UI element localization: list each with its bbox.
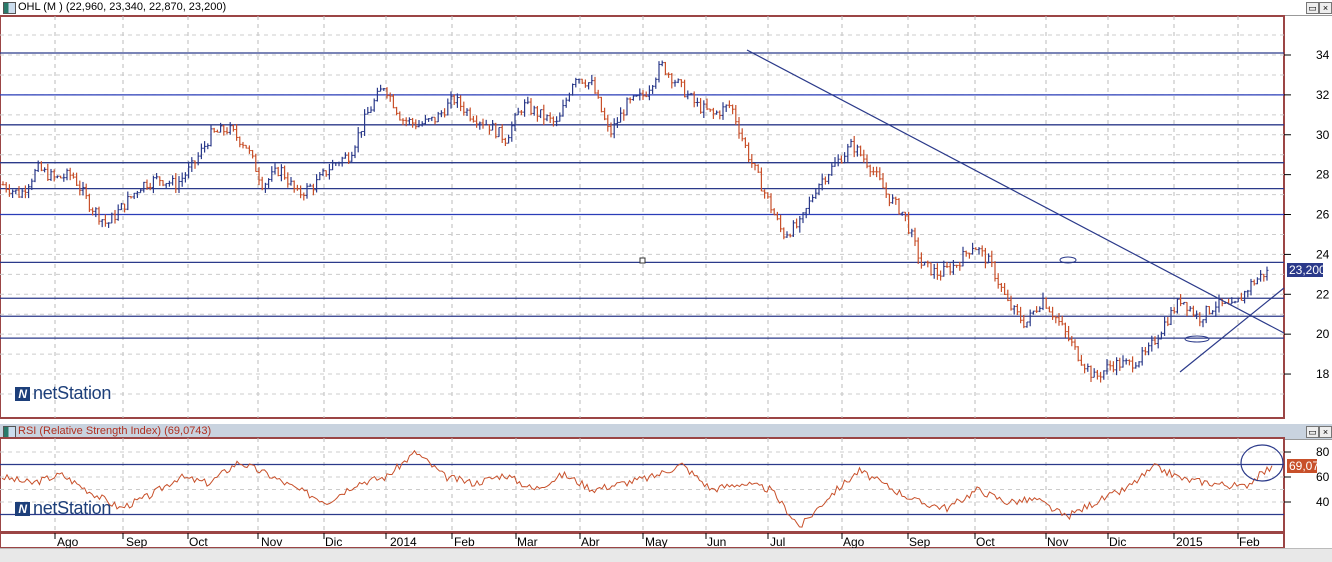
date-label: Sep — [126, 535, 148, 548]
y-tick-label: 28 — [1316, 168, 1330, 182]
price-plot-frame — [0, 15, 1285, 419]
y-tick-label: 20 — [1316, 327, 1330, 341]
y-tick-label: 32 — [1316, 88, 1330, 102]
date-label: Ago — [843, 535, 865, 548]
date-label: May — [645, 535, 668, 548]
y-tick-label: 18 — [1316, 367, 1330, 381]
netstation-logo: NnetStation — [15, 383, 111, 404]
date-label: Jun — [707, 535, 726, 548]
date-label: Mar — [517, 535, 538, 548]
date-label: Dic — [325, 535, 342, 548]
logo-text: netStation — [33, 498, 112, 518]
date-label: Nov — [1047, 535, 1068, 548]
date-label: 2014 — [390, 535, 417, 548]
logo-text: netStation — [33, 383, 112, 403]
date-label: Sep — [909, 535, 931, 548]
date-label: Feb — [454, 535, 475, 548]
y-tick-label: 22 — [1316, 287, 1330, 301]
bottom-toolbar — [0, 548, 1332, 562]
price-chart[interactable]: Ago Sep Oct Nov Dic 2014 Feb Mar Abr May Jun Jul Ago… — [0, 0, 1332, 548]
rsi-last-label: 69,07 — [1289, 459, 1319, 473]
date-label: Ago — [57, 535, 79, 548]
y-tick-label: 34 — [1316, 48, 1330, 62]
selection-handle — [639, 257, 646, 264]
y-tick-label: 40 — [1316, 495, 1330, 509]
netstation-logo-rsi: NnetStation — [15, 498, 111, 519]
y-tick-label: 80 — [1316, 445, 1330, 459]
date-label: Abr — [581, 535, 600, 548]
date-label: Oct — [976, 535, 995, 548]
last-price-label: 23,200 — [1289, 263, 1326, 277]
date-label: Feb — [1239, 535, 1260, 548]
date-label: Nov — [261, 535, 282, 548]
date-label: 2015 — [1176, 535, 1203, 548]
date-label: Dic — [1109, 535, 1126, 548]
y-tick-label: 24 — [1316, 247, 1330, 261]
y-tick-label: 26 — [1316, 208, 1330, 222]
date-label: Oct — [189, 535, 208, 548]
date-label: Jul — [770, 535, 785, 548]
y-tick-label: 30 — [1316, 128, 1330, 142]
